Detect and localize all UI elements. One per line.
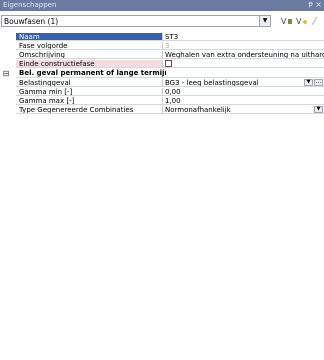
filter-icon[interactable]: V: [281, 16, 293, 27]
filter-a-mark: [288, 19, 292, 24]
object-selector-row: Bouwfasen (1) ▼ V V: [0, 13, 324, 29]
pencil-icon[interactable]: [311, 16, 319, 27]
chevron-down-icon[interactable]: ▼: [304, 79, 313, 86]
browse-button[interactable]: …: [314, 79, 323, 86]
property-row-belastinggeval[interactable]: Belastinggeval BG3 - leeg belastingsgeva…: [0, 79, 324, 88]
close-icon[interactable]: ×: [315, 0, 322, 9]
property-label-einde-constructiefase: Einde constructiefase: [16, 60, 163, 68]
row-gutter: [0, 51, 12, 60]
type-combinaties-value-text: Normonafhankelijk: [165, 106, 231, 114]
pin-icon[interactable]: ᵽ: [308, 0, 313, 8]
property-value-naam[interactable]: ST3: [163, 33, 324, 41]
chevron-down-icon[interactable]: ▼: [259, 16, 270, 26]
property-row-gamma-min[interactable]: Gamma min [-] 0,00: [0, 88, 324, 97]
pencil-icon-svg: [311, 16, 318, 26]
property-label-fase-volgorde: Fase volgorde: [16, 42, 163, 50]
property-value-einde-constructiefase: [163, 60, 324, 68]
collapse-icon[interactable]: ⊟: [0, 69, 12, 78]
property-label-naam: Naam: [16, 33, 163, 41]
row-gutter: [0, 79, 12, 88]
row-gutter: [0, 60, 12, 69]
property-label-type-combinaties: Type Gegenereerde Combinaties: [16, 106, 163, 114]
property-row-naam[interactable]: Naam ST3: [0, 33, 324, 42]
object-dropdown[interactable]: Bouwfasen (1) ▼: [1, 15, 271, 27]
filter-edit-icon-svg: V: [296, 17, 307, 26]
property-row-einde-constructiefase[interactable]: Einde constructiefase: [0, 60, 324, 69]
row-gutter: [0, 33, 12, 42]
row-gutter: [0, 97, 12, 106]
property-label-gamma-max: Gamma max [-]: [16, 97, 163, 105]
row-gutter: [0, 106, 12, 115]
panel-titlebar: Eigenschappen ᵽ ×: [0, 0, 324, 11]
category-row-belastinggeval[interactable]: ⊟ Bel. geval permanent of lange termijn: [0, 69, 324, 79]
property-value-type-combinaties[interactable]: Normonafhankelijk ▼: [163, 106, 324, 114]
category-value: [163, 69, 324, 78]
pencil-stroke: [311, 16, 318, 26]
category-label: Bel. geval permanent of lange termijn: [16, 69, 166, 78]
belastinggeval-value-text: BG3 - leeg belastingsgeval: [165, 79, 259, 87]
property-row-omschrijving[interactable]: Omschrijving Weghalen van extra onderste…: [0, 51, 324, 60]
filter-b-mark: [303, 20, 307, 24]
object-dropdown-value: Bouwfasen (1): [4, 17, 59, 26]
row-gutter: [0, 88, 12, 97]
property-label-belastinggeval: Belastinggeval: [16, 79, 163, 87]
panel-title: Eigenschappen: [3, 1, 57, 9]
einde-checkbox[interactable]: [165, 60, 172, 67]
property-label-omschrijving: Omschrijving: [16, 51, 163, 59]
property-value-fase-volgorde: 3: [163, 42, 324, 50]
filter-a-glyph: V: [281, 17, 287, 26]
property-value-belastinggeval[interactable]: BG3 - leeg belastingsgeval ▼ …: [163, 79, 324, 87]
property-value-gamma-min[interactable]: 0,00: [163, 88, 324, 96]
property-grid: Naam ST3 Fase volgorde 3 Omschrijving We…: [0, 33, 324, 115]
chevron-down-icon[interactable]: ▼: [314, 106, 323, 113]
property-value-gamma-max[interactable]: 1,00: [163, 97, 324, 105]
filter-b-glyph: V: [296, 17, 302, 26]
filter-edit-icon[interactable]: V: [296, 16, 308, 27]
property-row-gamma-max[interactable]: Gamma max [-] 1,00: [0, 97, 324, 106]
filter-icon-svg: V: [281, 17, 292, 26]
property-label-gamma-min: Gamma min [-]: [16, 88, 163, 96]
property-value-omschrijving[interactable]: Weghalen van extra ondersteuning na uith…: [163, 51, 324, 59]
property-row-fase-volgorde[interactable]: Fase volgorde 3: [0, 42, 324, 51]
property-row-type-combinaties[interactable]: Type Gegenereerde Combinaties Normonafha…: [0, 106, 324, 115]
row-gutter: [0, 42, 12, 51]
